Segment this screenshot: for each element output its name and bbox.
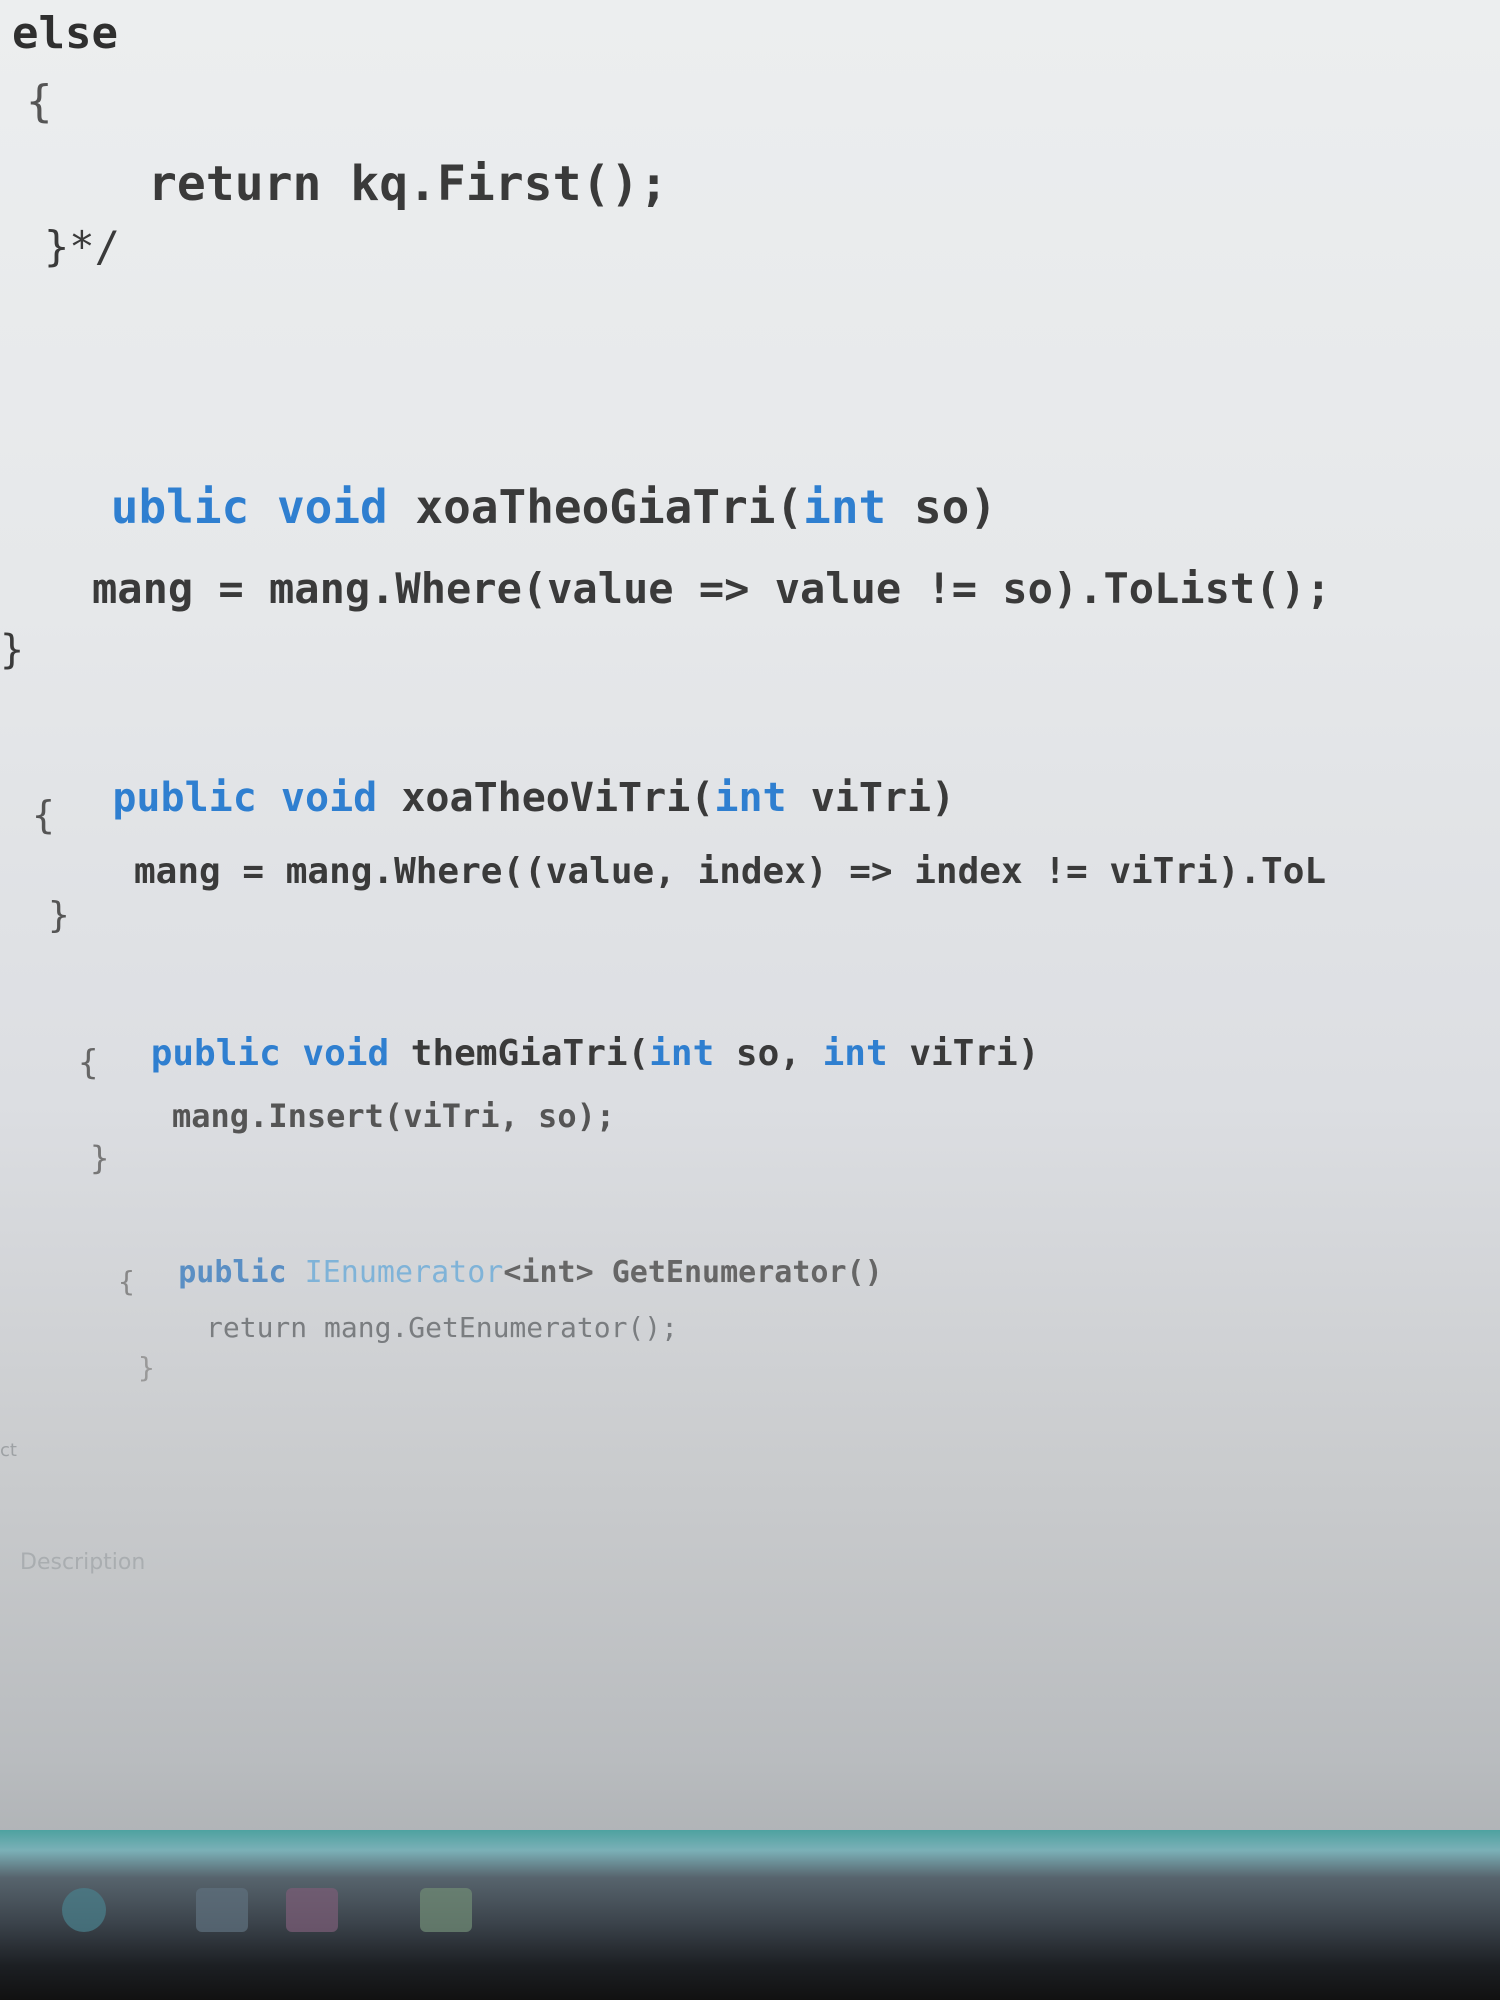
code-line-method-xoaTheoGiaTri: ublic void xoaTheoGiaTri(int so) [0,438,997,576]
method-name: themGiaTri( [389,1033,650,1074]
param: viTri) [786,775,956,821]
file-explorer-icon[interactable] [196,1888,248,1932]
keyword: int [822,1033,888,1074]
code-editor[interactable]: else { return kq.First(); }*/ ublic void… [0,0,1500,1830]
code-line-method-xoaTheoViTri: public void xoaTheoViTri(int viTri) [16,738,955,858]
method-name: xoaTheoGiaTri( [387,480,804,534]
folder-icon[interactable] [420,1888,472,1932]
code-line: } [48,895,70,936]
code-line: { [118,1265,135,1298]
param: viTri) [887,1033,1040,1074]
code-line-method-themGiaTri: public void themGiaTri(int so, int viTri… [64,1000,1040,1108]
type-name: IEnumerator [286,1255,504,1290]
panel-edge-label: ct [0,1440,17,1461]
param: so) [886,480,998,534]
code-line: }*/ [44,222,120,271]
code-line: { [78,1043,99,1083]
keyword: ublic void [110,480,388,534]
code-line: { [32,793,55,837]
description-column-header[interactable]: Description [20,1550,145,1575]
code-line: mang = mang.Where((value, index) => inde… [134,851,1327,892]
code-line: mang.Insert(viTri, so); [172,1097,616,1135]
keyword: public [178,1255,287,1290]
code-line: { [26,76,53,127]
code-line: return kq.First(); [148,156,669,212]
keyword: public void [112,775,378,821]
method-name: xoaTheoViTri( [377,775,715,821]
chrome-icon[interactable] [62,1888,106,1932]
code-line: mang = mang.Where(value => value != so).… [92,564,1332,613]
code-line-method-GetEnumerator: public IEnumerator<int> GetEnumerator() [106,1228,883,1318]
param: so, [714,1033,823,1074]
keyword: public void [150,1033,390,1074]
keyword: int [803,480,887,534]
keyword: int [714,775,787,821]
app-icon[interactable] [286,1888,338,1932]
method-name: <int> GetEnumerator() [503,1255,883,1290]
code-line: return mang.GetEnumerator(); [206,1311,679,1344]
code-line: } [0,627,25,673]
code-line: } [90,1139,110,1177]
code-line: else [12,8,118,59]
keyword: int [649,1033,715,1074]
code-line: } [138,1351,155,1384]
